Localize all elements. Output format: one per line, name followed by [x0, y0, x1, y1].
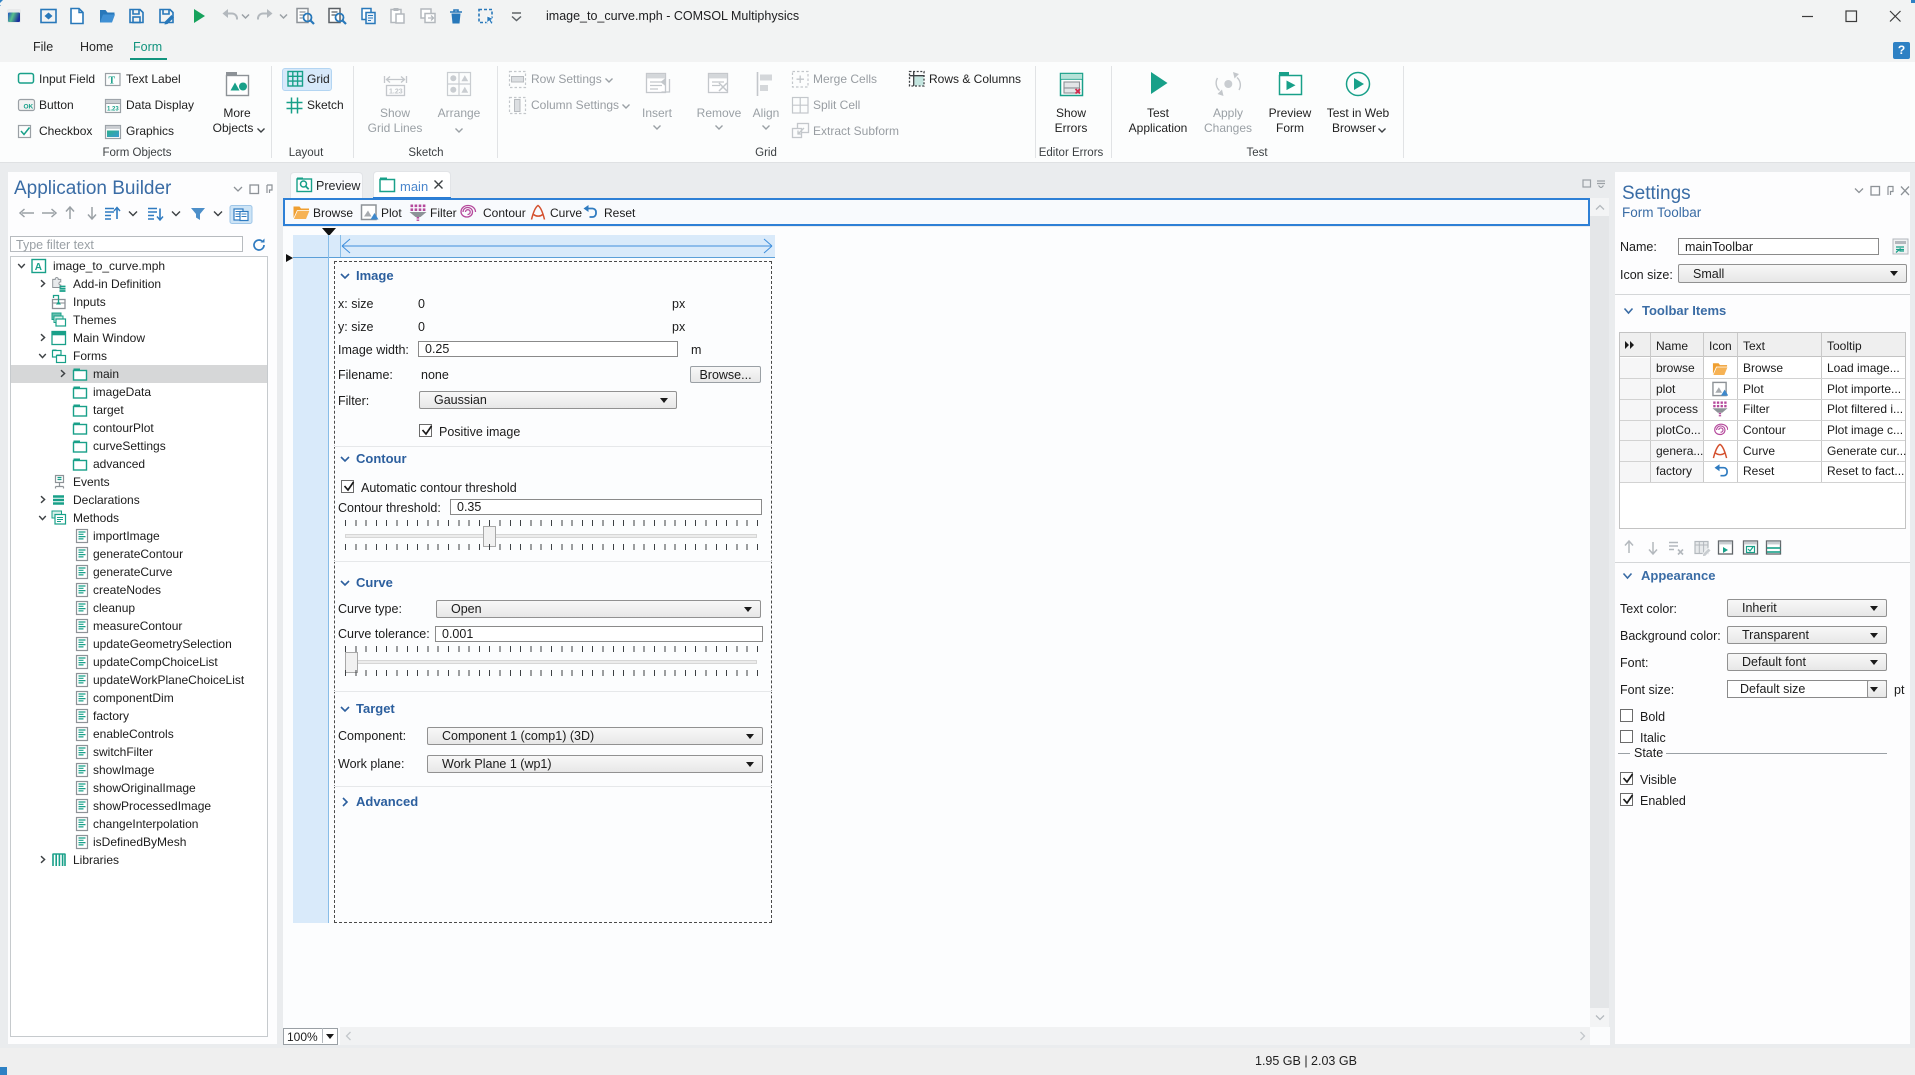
svg-text:T: T	[109, 76, 116, 87]
svg-text:1.23: 1.23	[107, 107, 119, 113]
svg-text:1.23: 1.23	[389, 89, 403, 96]
svg-text:OK: OK	[24, 104, 34, 111]
